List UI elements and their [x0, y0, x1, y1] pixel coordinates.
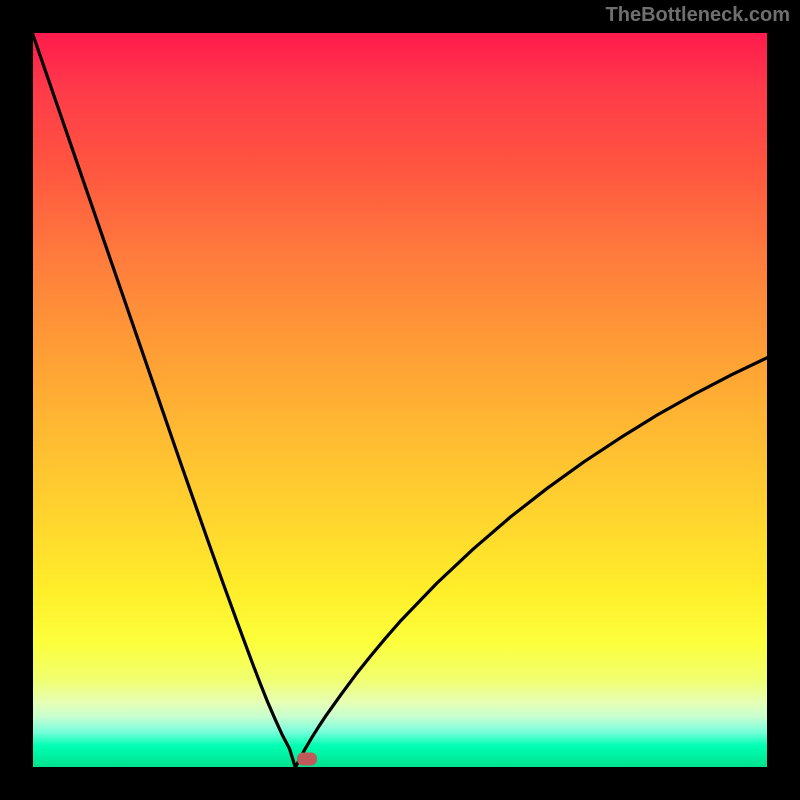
frame-border-right — [767, 0, 800, 800]
chart-frame: TheBottleneck.com — [0, 0, 800, 800]
bottleneck-marker — [297, 753, 317, 766]
frame-border-bottom — [0, 767, 800, 800]
chart-gradient-bg — [32, 32, 768, 768]
watermark-text: TheBottleneck.com — [606, 4, 790, 27]
frame-border-left — [0, 0, 33, 800]
